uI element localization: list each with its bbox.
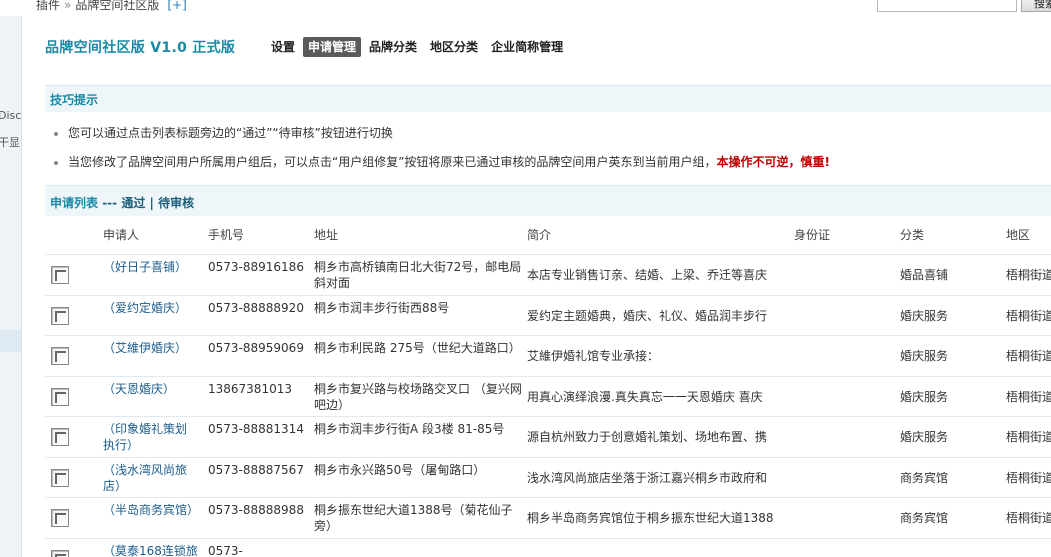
cell-name[interactable]: （半岛商务宾馆） bbox=[103, 502, 198, 534]
cell-name[interactable]: （好日子喜铺） bbox=[103, 259, 198, 291]
column-header: 手机号 bbox=[208, 228, 245, 242]
cell-intro bbox=[527, 551, 787, 557]
table-row: （莫泰168连锁旅店） 0573- bbox=[45, 537, 1051, 557]
table-row: （半岛商务宾馆） 0573-88888988 桐乡振东世纪大道1388号（菊花仙子旁… bbox=[45, 497, 1051, 537]
cell-name[interactable]: （爱约定婚庆） bbox=[103, 300, 198, 332]
table-row: （印象婚礼策划执行） 0573-88881314 桐乡市润丰步行街A 段3楼 81-… bbox=[45, 416, 1051, 456]
row-checkbox[interactable] bbox=[51, 509, 69, 527]
cell-name[interactable]: （浅水湾风尚旅店） bbox=[103, 462, 198, 494]
cell-idcard bbox=[794, 381, 894, 413]
cell-region bbox=[1006, 551, 1051, 557]
row-checkbox[interactable] bbox=[51, 549, 69, 557]
cell-idcard bbox=[794, 259, 894, 291]
cell-address: 桐乡市高桥镇南日北大街72号，邮电局斜对面 bbox=[314, 260, 522, 290]
cell-idcard bbox=[794, 502, 894, 534]
column-header: 地址 bbox=[314, 228, 339, 242]
tip-text: 当您修改了品牌空间用户所属用户组后，可以点击“用户组修复”按钮将原来已通过审核的… bbox=[68, 155, 717, 169]
row-checkbox[interactable] bbox=[51, 387, 69, 406]
column-header: 身份证 bbox=[794, 228, 831, 242]
cell-address: 桐乡市润丰步行街A 段3楼 81-85号 bbox=[314, 422, 505, 436]
sidebar-text[interactable]: 干显: bbox=[0, 134, 21, 150]
row-checkbox[interactable] bbox=[51, 428, 69, 446]
bullet-icon bbox=[54, 131, 58, 136]
cell-phone: 0573-88881314 bbox=[208, 422, 304, 436]
cell-address bbox=[314, 543, 524, 557]
breadcrumb-separator: » bbox=[64, 0, 72, 12]
table-row: （爱约定婚庆） 0573-88888920 桐乡市润丰步行街西88号 爱约定主题婚典，… bbox=[45, 294, 1051, 335]
tab-0[interactable]: 设置 bbox=[266, 37, 300, 57]
tab-1[interactable]: 申请管理 bbox=[303, 37, 362, 57]
cell-phone: 13867381013 bbox=[208, 381, 292, 396]
cell-address: 桐乡市利民路 275号（世纪大道路口） bbox=[314, 341, 521, 355]
cell-phone: 0573-88888920 bbox=[208, 300, 304, 315]
cell-name[interactable]: （莫泰168连锁旅店） bbox=[103, 543, 198, 557]
sidebar-text[interactable]: Disc bbox=[0, 109, 21, 122]
cell-phone: 0573-88887567 bbox=[208, 462, 304, 477]
tab-bar: 设置 申请管理 品牌分类 地区分类 企业简称管理 bbox=[266, 37, 571, 57]
row-checkbox[interactable] bbox=[51, 266, 69, 284]
table-row: （浅水湾风尚旅店） 0573-88887567 桐乡市永兴路50号（屠甸路口） 浅水湾… bbox=[45, 456, 1051, 497]
page-title: 品牌空间社区版 V1.0 正式版 bbox=[45, 40, 236, 56]
breadcrumb-item-current: 品牌空间社区版 bbox=[75, 0, 160, 12]
filter-pass-link[interactable]: 通过 bbox=[121, 196, 145, 210]
column-header: 简介 bbox=[527, 228, 552, 242]
search-button[interactable]: 搜索 bbox=[1021, 0, 1051, 12]
cell-address: 桐乡市复兴路与校场路交叉口 （复兴网吧边） bbox=[314, 381, 522, 412]
add-shortcut-link[interactable]: [+] bbox=[159, 0, 186, 12]
left-sidebar: Disc 干显: bbox=[0, 16, 22, 557]
cell-address: 桐乡振东世纪大道1388号（菊花仙子旁） bbox=[314, 503, 513, 533]
row-checkbox[interactable] bbox=[51, 468, 69, 487]
cell-phone: 0573-88916186 bbox=[208, 260, 304, 274]
sidebar-selected-item[interactable] bbox=[0, 330, 21, 352]
column-header: 地区 bbox=[1006, 228, 1031, 242]
table-row: （好日子喜铺） 0573-88916186 桐乡市高桥镇南日北大街72号，邮电局斜对… bbox=[45, 254, 1051, 294]
tip-item: 当您修改了品牌空间用户所属用户组后，可以点击“用户组修复”按钮将原来已通过审核的… bbox=[54, 153, 830, 170]
row-checkbox[interactable] bbox=[51, 306, 69, 325]
filter-pending-link[interactable]: 待审核 bbox=[158, 196, 194, 210]
cell-name[interactable]: （天恩婚庆） bbox=[103, 381, 198, 413]
cell-phone: 0573-88888988 bbox=[208, 503, 304, 517]
cell-idcard bbox=[794, 300, 894, 332]
cell-address: 桐乡市润丰步行街西88号 bbox=[314, 300, 450, 315]
table-row: （艾維伊婚庆） 0573-88959069 桐乡市利民路 275号（世纪大道路口）艾… bbox=[45, 335, 1051, 375]
column-header: 分类 bbox=[900, 228, 925, 242]
cell-name[interactable]: （艾維伊婚庆） bbox=[103, 340, 198, 372]
list-separator: | bbox=[145, 196, 159, 210]
column-header: 申请人 bbox=[103, 228, 140, 242]
tip-text: 您可以通过点击列表标题旁边的“通过”“待审核”按钮进行切换 bbox=[68, 126, 393, 140]
bullet-icon bbox=[54, 160, 58, 165]
tab-4[interactable]: 企业简称管理 bbox=[486, 37, 568, 57]
top-bar: 插件 »品牌空间社区版[+] 搜索 bbox=[0, 0, 1051, 16]
search-input[interactable] bbox=[877, 0, 1017, 12]
cell-phone: 0573-88959069 bbox=[208, 341, 304, 355]
tips-title: 技巧提示 bbox=[50, 93, 99, 107]
table-row: （天恩婚庆） 13867381013 桐乡市复兴路与校场路交叉口 （复兴网吧边） 用真… bbox=[45, 375, 1051, 416]
row-checkbox[interactable] bbox=[51, 347, 69, 365]
cell-address: 桐乡市永兴路50号（屠甸路口） bbox=[314, 462, 486, 477]
cell-name[interactable]: （印象婚礼策划执行） bbox=[103, 421, 198, 453]
breadcrumb-item-plugins[interactable]: 插件 bbox=[36, 0, 60, 12]
breadcrumb: 插件 » 品牌空间社区版 [+] bbox=[36, 0, 187, 13]
cell-idcard bbox=[794, 421, 894, 453]
tab-2[interactable]: 品牌分类 bbox=[364, 37, 422, 57]
cell-idcard bbox=[794, 340, 894, 372]
list-title: 申请列表 bbox=[50, 196, 99, 210]
cell-idcard bbox=[794, 462, 894, 494]
tip-warning: 本操作不可逆，慎重! bbox=[716, 155, 830, 169]
cell-category bbox=[900, 551, 1000, 557]
tab-3[interactable]: 地区分类 bbox=[425, 37, 483, 57]
cell-idcard bbox=[794, 543, 894, 557]
cell-phone: 0573- bbox=[208, 543, 243, 557]
list-header: 申请列表 --- 通过 | 待审核 bbox=[45, 185, 1051, 216]
list-separator: --- bbox=[98, 196, 122, 210]
tips-header: 技巧提示 bbox=[45, 85, 1051, 112]
tip-item: 您可以通过点击列表标题旁边的“通过”“待审核”按钮进行切换 bbox=[54, 124, 393, 141]
